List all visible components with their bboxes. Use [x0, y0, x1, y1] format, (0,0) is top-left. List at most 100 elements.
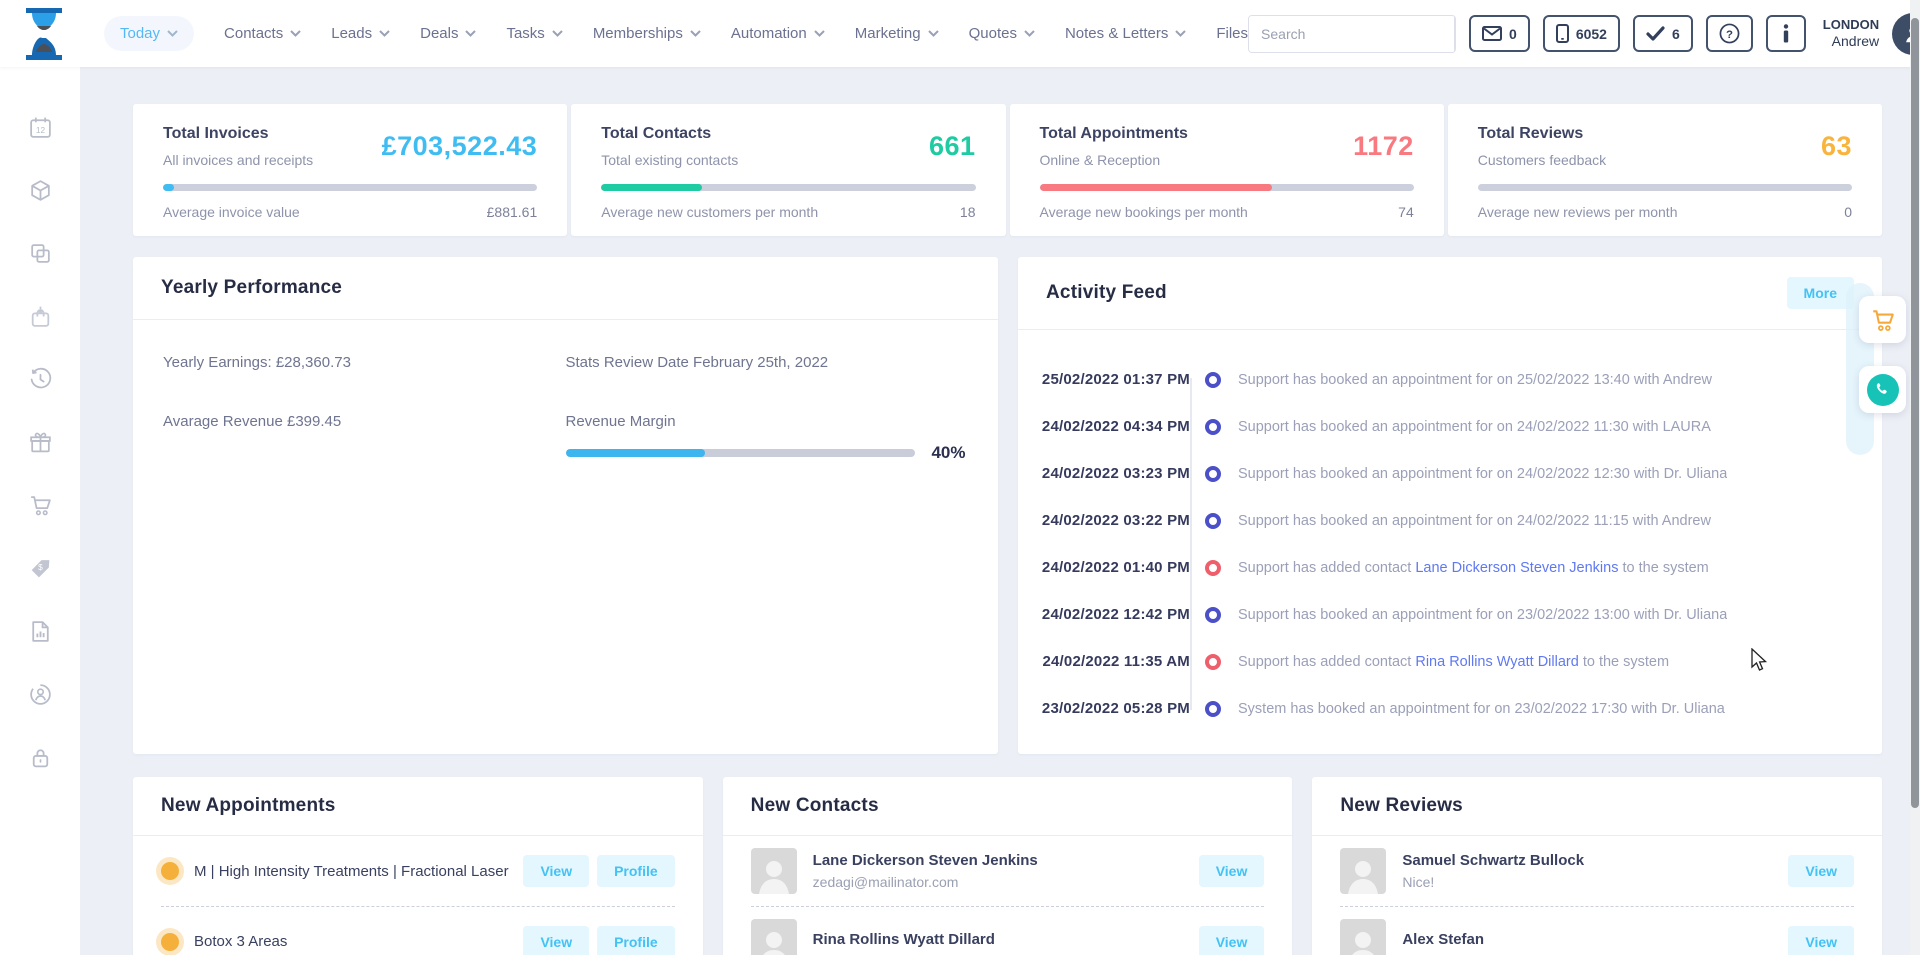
nav-item-today[interactable]: Today	[104, 16, 194, 51]
view-button[interactable]: View	[1199, 855, 1265, 887]
stat-footer-value: £881.61	[487, 204, 538, 220]
calls-button[interactable]: 6052	[1543, 15, 1620, 52]
profile-button[interactable]: Profile	[597, 926, 675, 955]
stat-card-total-appointments: Total Appointments Online & Reception 11…	[1010, 104, 1444, 236]
info-button[interactable]	[1766, 15, 1806, 52]
tasks-done-button[interactable]: 6	[1633, 15, 1693, 52]
stat-title: Total Invoices	[163, 125, 313, 143]
view-button[interactable]: View	[523, 855, 589, 887]
feed-date: 23/02/2022 05:28 PM	[1040, 700, 1190, 717]
chevron-down-icon	[928, 30, 939, 37]
copy-squares-icon[interactable]	[28, 241, 53, 266]
help-button[interactable]: ?	[1706, 15, 1753, 52]
feed-text: Support has booked an appointment for on…	[1238, 419, 1711, 435]
feed-text: System has booked an appointment for on …	[1238, 701, 1725, 717]
calendar-icon[interactable]: 12	[28, 115, 53, 140]
chevron-down-icon	[690, 30, 701, 37]
view-button[interactable]: View	[1199, 926, 1265, 955]
gift-icon[interactable]	[28, 430, 53, 455]
account-sync-icon[interactable]	[28, 682, 53, 707]
stats-review-date: Stats Review Date February 25th, 2022	[566, 354, 969, 371]
contact-name: Rina Rollins Wyatt Dillard	[813, 931, 1199, 948]
nav-label: Quotes	[969, 25, 1017, 42]
messages-button[interactable]: 0	[1469, 15, 1530, 52]
info-icon	[1782, 24, 1790, 43]
nav-label: Contacts	[224, 25, 283, 42]
hourglass-logo-icon[interactable]	[18, 6, 70, 62]
stat-footer-value: 74	[1398, 204, 1414, 220]
left-icon-sidebar: 12	[0, 67, 80, 955]
cart-icon[interactable]	[28, 493, 53, 518]
revenue-margin-track	[566, 449, 916, 457]
feed-contact-link[interactable]: Rina Rollins Wyatt Dillard	[1415, 654, 1578, 670]
appointment-name: Botox 3 Areas	[194, 933, 523, 950]
feed-text: to the system	[1579, 654, 1669, 670]
feed-item: 24/02/2022 03:22 PM Support has booked a…	[1040, 497, 1856, 544]
chevron-down-icon	[465, 30, 476, 37]
dashboard-page: Today Contacts Leads Deals Tasks Members…	[0, 0, 1920, 955]
chevron-down-icon	[167, 30, 178, 37]
feed-date: 24/02/2022 04:34 PM	[1040, 418, 1190, 435]
nav-item-files[interactable]: Files	[1216, 25, 1248, 42]
stat-footer-label: Average new reviews per month	[1478, 204, 1678, 220]
search-button[interactable]	[1454, 16, 1456, 52]
view-button[interactable]: View	[1788, 855, 1854, 887]
chevron-down-icon	[1175, 30, 1186, 37]
page-scrollbar	[1910, 0, 1920, 955]
person-placeholder-icon	[1346, 927, 1380, 955]
calls-count: 6052	[1576, 26, 1607, 42]
call-widget-button[interactable]	[1859, 366, 1906, 413]
timeline-dot	[1205, 466, 1221, 482]
yearly-earnings: Yearly Earnings: £28,360.73	[163, 354, 566, 371]
more-button[interactable]: More	[1787, 277, 1854, 309]
history-clock-icon[interactable]	[28, 367, 53, 392]
nav-label: Memberships	[593, 25, 683, 42]
nav-item-automation[interactable]: Automation	[731, 25, 825, 42]
nav-item-contacts[interactable]: Contacts	[224, 25, 301, 42]
point-of-sale-button[interactable]	[1859, 296, 1906, 343]
stat-value: £703,522.43	[382, 131, 538, 168]
avatar	[751, 919, 797, 955]
nav-item-memberships[interactable]: Memberships	[593, 25, 701, 42]
chevron-down-icon	[1024, 30, 1035, 37]
panel-title: Activity Feed	[1046, 282, 1167, 304]
feed-text: Support has added contact	[1238, 654, 1415, 670]
nav-item-deals[interactable]: Deals	[420, 25, 476, 42]
stat-title: Total Contacts	[601, 125, 738, 143]
feed-contact-link[interactable]: Lane Dickerson Steven Jenkins	[1415, 560, 1618, 576]
bag-download-icon[interactable]	[28, 304, 53, 329]
mobile-phone-icon	[1556, 24, 1569, 43]
stat-value: 63	[1821, 131, 1852, 168]
stat-card-total-reviews: Total Reviews Customers feedback 63 Aver…	[1448, 104, 1882, 236]
nav-label: Deals	[420, 25, 458, 42]
stat-progress-fill	[163, 184, 174, 191]
view-button[interactable]: View	[523, 926, 589, 955]
scrollbar-thumb[interactable]	[1911, 18, 1919, 808]
new-appointments-panel: New Appointments M | High Intensity Trea…	[133, 777, 703, 955]
price-tag-icon[interactable]: $	[28, 556, 53, 581]
nav-item-marketing[interactable]: Marketing	[855, 25, 939, 42]
lock-icon[interactable]	[28, 745, 53, 770]
timeline-dot	[1205, 513, 1221, 529]
nav-item-leads[interactable]: Leads	[331, 25, 390, 42]
feed-text: Support has booked an appointment for on…	[1238, 372, 1712, 388]
appointment-row: M | High Intensity Treatments | Fraction…	[161, 836, 675, 906]
revenue-margin-percent: 40%	[931, 443, 965, 463]
nav-item-tasks[interactable]: Tasks	[506, 25, 562, 42]
chevron-down-icon	[379, 30, 390, 37]
feed-date: 24/02/2022 03:23 PM	[1040, 465, 1190, 482]
panel-title: Yearly Performance	[161, 277, 342, 299]
nav-item-quotes[interactable]: Quotes	[969, 25, 1035, 42]
stat-progress-fill	[1040, 184, 1272, 191]
search-input[interactable]	[1249, 16, 1454, 52]
person-placeholder-icon	[757, 856, 791, 894]
profile-button[interactable]: Profile	[597, 855, 675, 887]
stat-progress-track	[163, 184, 537, 191]
view-button[interactable]: View	[1788, 926, 1854, 955]
timeline-dot	[1205, 372, 1221, 388]
report-document-icon[interactable]	[28, 619, 53, 644]
package-icon[interactable]	[28, 178, 53, 203]
stat-subtitle: Total existing contacts	[601, 152, 738, 168]
revenue-margin-block: Revenue Margin 40%	[566, 413, 969, 463]
nav-item-notes-letters[interactable]: Notes & Letters	[1065, 25, 1186, 42]
